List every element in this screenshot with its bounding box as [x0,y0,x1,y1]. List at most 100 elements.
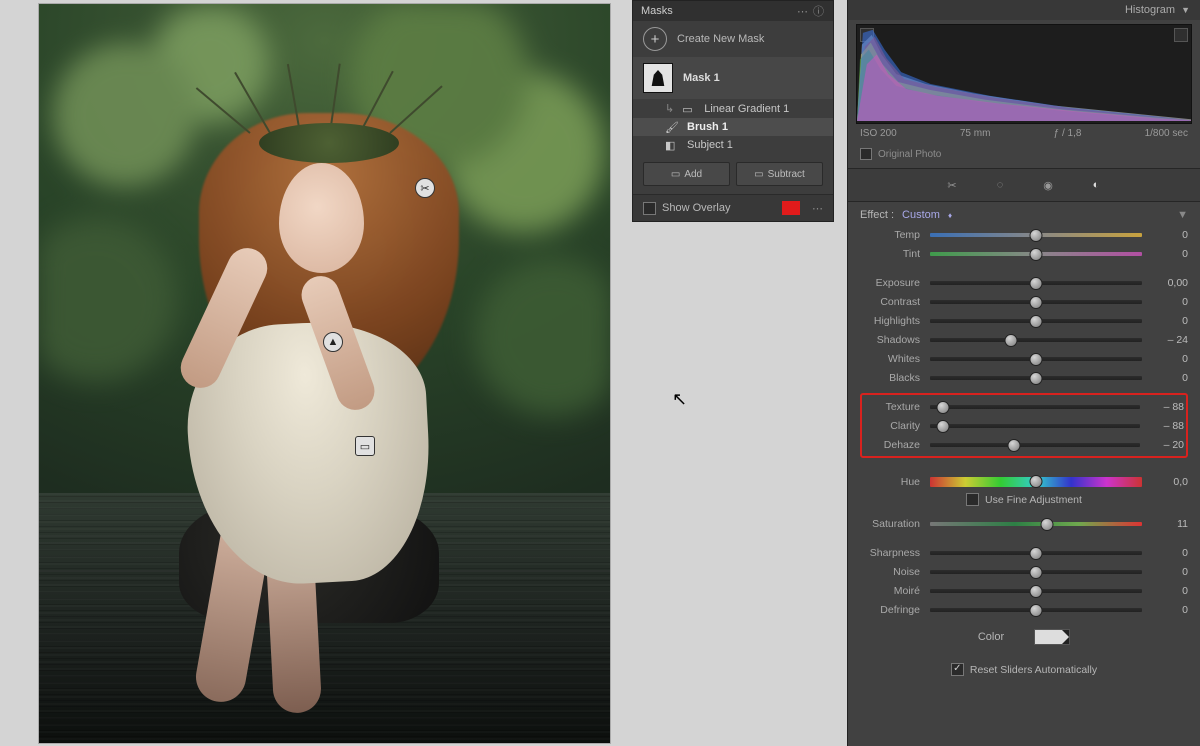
fine-adjust-row[interactable]: Use Fine Adjustment [848,491,1200,514]
slider-clarity[interactable]: Clarity– 88 [862,416,1186,435]
plus-icon[interactable]: + [643,27,667,51]
slider-thumb[interactable] [1030,547,1043,560]
slider-track[interactable] [930,252,1142,256]
overlay-menu-icon[interactable]: ⋯ [812,202,823,215]
slider-track[interactable] [930,357,1142,361]
slider-track[interactable] [930,319,1142,323]
mask-pin-subject[interactable]: ▲ [323,332,343,352]
slider-thumb[interactable] [1008,439,1021,452]
slider-texture[interactable]: Texture– 88 [862,397,1186,416]
crop-icon[interactable]: ✂ [943,176,961,194]
histogram-title: Histogram [1125,4,1175,16]
add-button[interactable]: ▭ Add [643,162,730,186]
collapse-icon[interactable]: ▼ [1181,5,1190,15]
slider-defringe[interactable]: Defringe0 [848,600,1200,619]
slider-track[interactable] [930,424,1140,428]
original-checkbox[interactable] [860,148,872,160]
exif-iso: ISO 200 [860,128,897,139]
overlay-color-swatch[interactable] [782,201,800,215]
panel-collapse-icon[interactable]: ▼ [1177,209,1188,221]
slider-dehaze[interactable]: Dehaze– 20 [862,435,1186,454]
slider-thumb[interactable] [1030,315,1043,328]
slider-track[interactable] [930,589,1142,593]
slider-saturation[interactable]: Saturation11 [848,514,1200,533]
slider-thumb[interactable] [936,420,949,433]
slider-track[interactable] [930,570,1142,574]
slider-thumb[interactable] [1030,372,1043,385]
mask-name: Mask 1 [683,72,720,84]
mask-component[interactable]: 🖌 Brush 1 [633,118,833,136]
effect-label: Effect : [860,209,894,221]
mask-item[interactable]: Mask 1 [633,57,833,99]
highlighted-slider-group: Texture– 88 Clarity– 88 Dehaze– 20 [860,393,1188,458]
slider-moire[interactable]: Moiré0 [848,581,1200,600]
slider-thumb[interactable] [1004,334,1017,347]
mask-component[interactable]: ↳▭Linear Gradient 1 [633,99,833,118]
mask-component-label: Brush 1 [687,121,728,133]
histogram[interactable] [856,24,1192,124]
heal-icon[interactable]: ◌ [991,176,1009,194]
slider-track[interactable] [930,477,1142,487]
slider-temp[interactable]: Temp0 [848,225,1200,244]
slider-blacks[interactable]: Blacks0 [848,368,1200,387]
slider-thumb[interactable] [1030,229,1043,242]
original-label: Original Photo [878,149,941,160]
create-mask-row[interactable]: + Create New Mask [633,21,833,57]
slider-sharpness[interactable]: Sharpness0 [848,543,1200,562]
reset-row[interactable]: Reset Sliders Automatically [848,655,1200,690]
masks-panel-header[interactable]: Masks ⋯ ⓘ [633,1,833,21]
histogram-graph [857,25,1191,121]
panel-menu-icon[interactable]: ⋯ ⓘ [797,3,825,19]
slider-thumb[interactable] [1030,353,1043,366]
preset-dropdown-icon[interactable]: ♦ [948,211,952,220]
slider-thumb[interactable] [1030,566,1043,579]
gradient-icon: ▭ [682,103,696,115]
slider-track[interactable] [930,443,1140,447]
slider-noise[interactable]: Noise0 [848,562,1200,581]
brush-icon: 🖌 [665,121,679,133]
slider-thumb[interactable] [1030,604,1043,617]
photo-canvas[interactable]: ✂ ▲ ▭ [38,3,611,744]
reset-checkbox[interactable] [951,663,964,676]
slider-tint[interactable]: Tint0 [848,244,1200,263]
slider-track[interactable] [930,338,1142,342]
original-photo-row[interactable]: Original Photo [848,143,1200,168]
redeye-icon[interactable]: ◉ [1039,176,1057,194]
show-overlay-row[interactable]: Show Overlay ⋯ [633,194,833,221]
slider-track[interactable] [930,233,1142,237]
slider-exposure[interactable]: Exposure0,00 [848,273,1200,292]
slider-thumb[interactable] [1030,585,1043,598]
fine-adjust-checkbox[interactable] [966,493,979,506]
slider-track[interactable] [930,405,1140,409]
mask-thumbnail[interactable] [643,63,673,93]
subtract-button[interactable]: ▭ Subtract [736,162,823,186]
overlay-checkbox[interactable] [643,202,656,215]
slider-thumb[interactable] [1040,518,1053,531]
slider-thumb[interactable] [1030,277,1043,290]
slider-shadows[interactable]: Shadows– 24 [848,330,1200,349]
color-swatch[interactable] [1034,629,1070,645]
effect-preset[interactable]: Custom [902,209,940,221]
slider-track[interactable] [930,376,1142,380]
slider-track[interactable] [930,551,1142,555]
slider-thumb[interactable] [1030,475,1043,488]
slider-contrast[interactable]: Contrast0 [848,292,1200,311]
mask-pin-brush[interactable]: ✂ [415,178,435,198]
slider-hue[interactable]: Hue0,0 [848,472,1200,491]
slider-thumb[interactable] [1030,248,1043,261]
slider-track[interactable] [930,522,1142,526]
effect-row: Effect : Custom ♦ ▼ [848,202,1200,225]
mask-pin-gradient[interactable]: ▭ [355,436,375,456]
slider-thumb[interactable] [936,401,949,414]
mask-component-label: Linear Gradient 1 [704,103,789,115]
slider-highlights[interactable]: Highlights0 [848,311,1200,330]
slider-thumb[interactable] [1030,296,1043,309]
masks-panel-title: Masks [641,5,673,17]
masking-icon[interactable]: ◐ [1087,176,1105,194]
mask-component[interactable]: ◧Subject 1 [633,136,833,154]
slider-track[interactable] [930,300,1142,304]
slider-whites[interactable]: Whites0 [848,349,1200,368]
histogram-header[interactable]: Histogram ▼ [848,0,1200,20]
slider-track[interactable] [930,281,1142,285]
slider-track[interactable] [930,608,1142,612]
